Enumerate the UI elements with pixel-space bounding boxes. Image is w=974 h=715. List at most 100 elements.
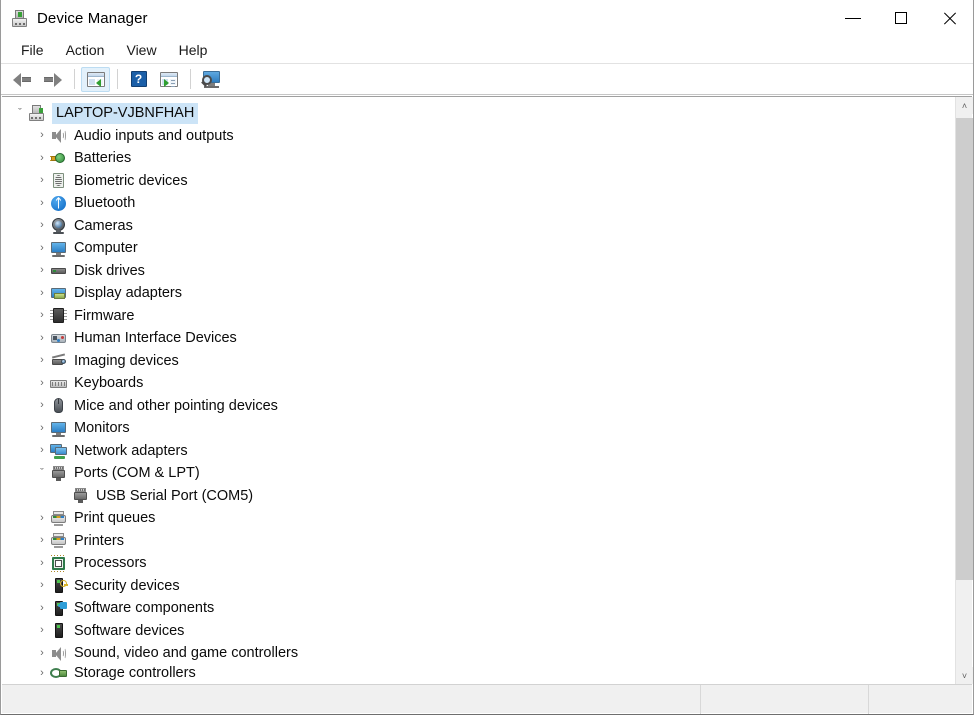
tree-node-firmware[interactable]: › Firmware <box>2 305 955 328</box>
printer-icon <box>50 532 67 549</box>
tree-node-software-components[interactable]: › Software components <box>2 597 955 620</box>
vertical-scrollbar[interactable]: ˄ ˅ <box>955 97 973 684</box>
chevron-right-icon[interactable]: › <box>34 242 50 254</box>
tree-node-printers[interactable]: › Printers <box>2 530 955 553</box>
tree-node-processors[interactable]: › Processors <box>2 552 955 575</box>
tree-node-label: Display adapters <box>74 285 182 302</box>
monitor-icon <box>50 420 67 437</box>
tree-node-biometric-devices[interactable]: › Biometric devices <box>2 170 955 193</box>
tree-node-label: Human Interface Devices <box>74 330 237 347</box>
chevron-right-icon[interactable]: › <box>34 557 50 569</box>
tree-node-label: Processors <box>74 555 147 572</box>
tree-node-keyboards[interactable]: › Keyboards <box>2 372 955 395</box>
device-manager-window: Device Manager File Action View Help ? ˇ… <box>0 0 974 715</box>
scrollbar-thumb[interactable] <box>956 118 973 580</box>
tree-node-sound-video-and-game-controllers[interactable]: › Sound, video and game controllers <box>2 642 955 665</box>
chevron-right-icon[interactable]: › <box>34 197 50 209</box>
tree-node-label: Software devices <box>74 622 185 639</box>
chevron-right-icon[interactable]: › <box>34 287 50 299</box>
toolbar-separator-1 <box>74 69 75 89</box>
tree-node-cameras[interactable]: › Cameras <box>2 215 955 238</box>
chevron-right-icon[interactable]: › <box>34 332 50 344</box>
tree-node-mice-and-other-pointing-devices[interactable]: › Mice and other pointing devices <box>2 395 955 418</box>
toolbar: ? <box>1 64 973 95</box>
chevron-down-icon[interactable]: ˇ <box>34 467 50 479</box>
menu-bar: File Action View Help <box>1 37 973 64</box>
imaging-scanner-icon <box>50 352 67 369</box>
keyboard-icon <box>50 375 67 392</box>
menu-item-file[interactable]: File <box>10 39 55 62</box>
chevron-right-icon[interactable]: › <box>34 535 50 546</box>
chevron-right-icon[interactable]: › <box>34 422 50 434</box>
tree-node-label: Keyboards <box>74 375 144 392</box>
chevron-right-icon[interactable]: › <box>34 602 50 614</box>
chevron-right-icon[interactable]: › <box>34 667 50 679</box>
network-adapter-icon <box>50 442 67 460</box>
tree-node-ports-com-and-lpt[interactable]: ˇ Ports (COM & LPT) <box>2 462 955 485</box>
status-bar <box>2 684 972 714</box>
tree-node-storage-controllers[interactable]: › Storage controllers <box>2 665 955 682</box>
close-button[interactable] <box>925 0 973 36</box>
maximize-button[interactable] <box>877 0 925 36</box>
show-hide-console-tree-button[interactable] <box>81 66 110 92</box>
storage-controller-icon <box>50 665 67 682</box>
chevron-right-icon[interactable]: › <box>34 625 50 636</box>
hid-gamepad-icon <box>50 330 67 347</box>
chevron-right-icon[interactable]: › <box>34 647 50 659</box>
tree-node-print-queues[interactable]: › Print queues <box>2 507 955 530</box>
chevron-right-icon[interactable]: › <box>34 377 50 389</box>
tree-node-human-interface-devices[interactable]: › Human Interface Devices <box>2 327 955 350</box>
tree-node-security-devices[interactable]: › Security devices <box>2 575 955 598</box>
back-button[interactable] <box>8 67 37 92</box>
help-button[interactable]: ? <box>124 67 153 92</box>
tree-node-label: Monitors <box>74 420 130 437</box>
tree-node-computer[interactable]: › Computer <box>2 237 955 260</box>
tree-node-disk-drives[interactable]: › Disk drives <box>2 260 955 283</box>
tree-node-monitors[interactable]: › Monitors <box>2 417 955 440</box>
tree-node-root[interactable]: ˇ LAPTOP-VJBNFHAH <box>2 102 955 125</box>
chevron-down-icon[interactable]: ˇ <box>12 107 28 119</box>
speaker-icon <box>50 645 67 662</box>
menu-item-action[interactable]: Action <box>55 39 116 62</box>
scroll-up-button[interactable]: ˄ <box>956 97 973 114</box>
scan-for-hardware-changes-button[interactable] <box>197 67 226 92</box>
monitor-icon <box>50 240 67 257</box>
tree-node-network-adapters[interactable]: › Network adapters <box>2 440 955 463</box>
minimize-button[interactable] <box>829 0 877 36</box>
tree-node-software-devices[interactable]: › Software devices <box>2 620 955 643</box>
tree-node-audio-inputs-and-outputs[interactable]: › Audio inputs and outputs <box>2 125 955 148</box>
chevron-right-icon[interactable]: › <box>34 310 50 321</box>
scroll-down-button[interactable]: ˅ <box>956 667 973 684</box>
chevron-right-icon[interactable]: › <box>34 152 50 164</box>
chevron-right-icon[interactable]: › <box>34 130 50 141</box>
chevron-right-icon[interactable]: › <box>34 400 50 411</box>
fingerprint-icon <box>50 172 67 189</box>
chevron-right-icon[interactable]: › <box>34 580 50 591</box>
tree-node-label: Software components <box>74 600 215 617</box>
chevron-right-icon[interactable]: › <box>34 220 50 231</box>
tree-node-label: Network adapters <box>74 442 188 459</box>
status-panel-3 <box>869 685 972 714</box>
chevron-right-icon[interactable]: › <box>34 175 50 186</box>
computer-icon <box>28 104 45 122</box>
tree-node-label: Security devices <box>74 577 180 594</box>
tree-node-usb-serial-port-com5[interactable]: USB Serial Port (COM5) <box>2 485 955 508</box>
tree-node-display-adapters[interactable]: › Display adapters <box>2 282 955 305</box>
window-controls <box>829 0 973 36</box>
status-panel-1 <box>2 684 701 714</box>
menu-item-view[interactable]: View <box>115 39 167 62</box>
forward-button[interactable] <box>38 67 67 92</box>
tree-node-imaging-devices[interactable]: › Imaging devices <box>2 350 955 373</box>
tree-node-label: Cameras <box>74 217 133 234</box>
chevron-right-icon[interactable]: › <box>34 355 50 366</box>
properties-button[interactable] <box>154 67 183 92</box>
software-device-icon <box>50 622 67 639</box>
tree-node-label: Firmware <box>74 307 135 324</box>
tree-node-bluetooth[interactable]: › ᛏ Bluetooth <box>2 192 955 215</box>
menu-item-help[interactable]: Help <box>168 39 219 62</box>
tree-node-batteries[interactable]: › Batteries <box>2 147 955 170</box>
display-adapter-icon <box>50 285 67 302</box>
chevron-right-icon[interactable]: › <box>34 265 50 276</box>
chevron-right-icon[interactable]: › <box>34 445 50 456</box>
chevron-right-icon[interactable]: › <box>34 512 50 524</box>
